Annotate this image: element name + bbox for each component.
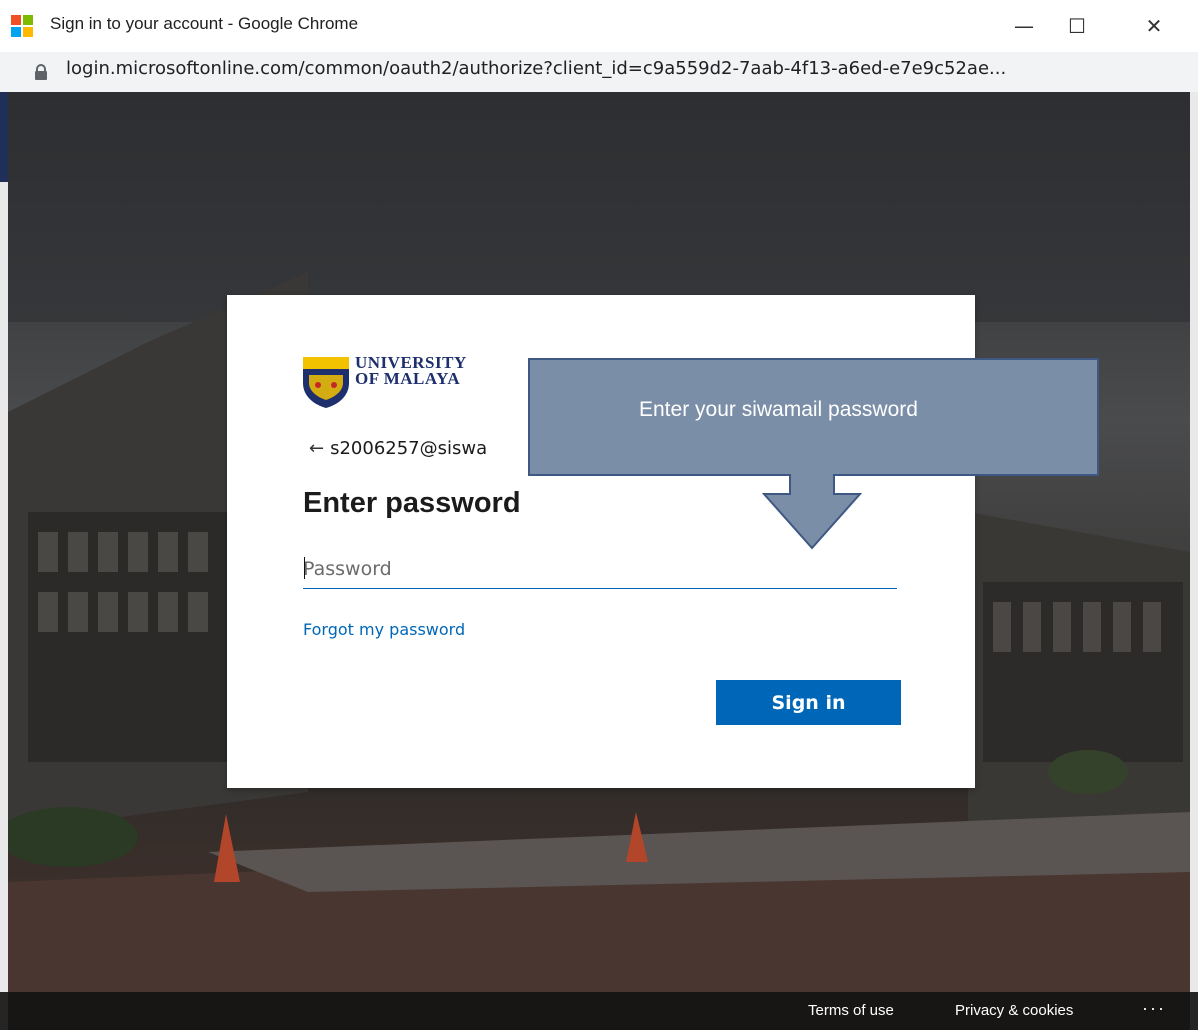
terms-link[interactable]: Terms of use (808, 1002, 894, 1019)
windows-logo-icon (11, 15, 33, 37)
account-back-row[interactable]: ← s2006257@siswa (309, 438, 487, 459)
close-icon: ✕ (1145, 14, 1163, 38)
right-edge (1190, 92, 1198, 1030)
account-email: s2006257@siswa (330, 438, 488, 459)
maximize-button[interactable]: ☐ (1054, 6, 1100, 46)
logo-line2: OF MALAYA (355, 369, 461, 388)
forgot-password-link[interactable]: Forgot my password (303, 620, 465, 639)
more-options-icon[interactable]: ··· (1142, 998, 1166, 1019)
minimize-icon: — (1014, 14, 1034, 38)
url-text[interactable]: login.microsoftonline.com/common/oauth2/… (66, 58, 1006, 79)
sign-in-button[interactable]: Sign in (716, 680, 901, 725)
logo-text: UNIVERSITY OF MALAYA (355, 354, 467, 388)
left-edge-stub (0, 92, 8, 182)
window-title: Sign in to your account - Google Chrome (50, 14, 359, 33)
page-title: Enter password (303, 487, 521, 519)
callout-arrow-icon (762, 474, 862, 550)
minimize-button[interactable]: — (1001, 6, 1047, 46)
lock-icon (35, 64, 47, 80)
university-logo: UNIVERSITY OF MALAYA (301, 353, 501, 409)
callout-text: Enter your siwamail password (639, 398, 918, 421)
close-button[interactable]: ✕ (1131, 6, 1177, 46)
password-input[interactable] (303, 550, 897, 589)
crest-icon (303, 357, 349, 408)
back-arrow-icon[interactable]: ← (309, 438, 324, 459)
page-footer: Terms of use Privacy & cookies ··· (0, 992, 1198, 1030)
window-titlebar: Sign in to your account - Google Chrome … (0, 0, 1198, 52)
callout-box: Enter your siwamail password (528, 358, 1099, 476)
left-edge (0, 92, 8, 1030)
address-bar[interactable]: login.microsoftonline.com/common/oauth2/… (0, 52, 1198, 93)
text-caret (304, 557, 305, 579)
privacy-link[interactable]: Privacy & cookies (955, 1002, 1073, 1019)
maximize-icon: ☐ (1068, 14, 1086, 38)
